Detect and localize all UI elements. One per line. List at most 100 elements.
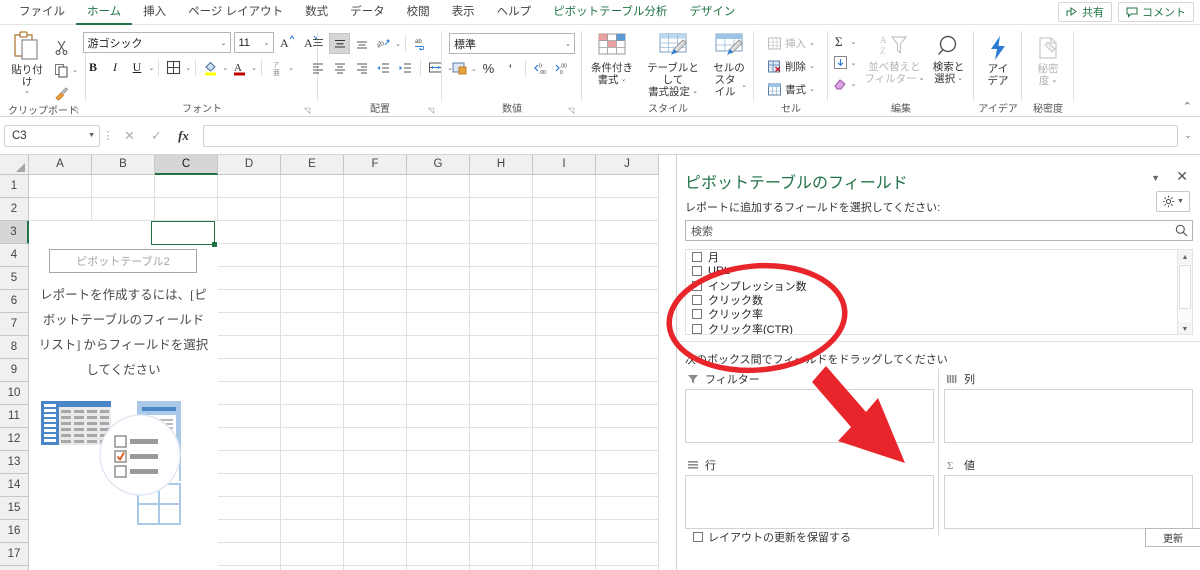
grid-cell-G2[interactable] xyxy=(407,198,470,221)
grid-cell-D6[interactable] xyxy=(218,290,281,313)
grid-cell-H3[interactable] xyxy=(470,221,533,244)
align-center-button[interactable] xyxy=(329,57,350,78)
font-size-combo[interactable]: 11 ⌄ xyxy=(233,32,274,53)
grid-cell-G10[interactable] xyxy=(407,382,470,405)
grid-cell-F2[interactable] xyxy=(344,198,407,221)
tab-formulas[interactable]: 数式 xyxy=(294,0,339,25)
orientation-caret-icon[interactable]: ⌄ xyxy=(395,40,401,48)
row-header-4[interactable]: 4 xyxy=(0,244,29,267)
conditional-formatting-button[interactable]: 条件付き 書式 ⌄ xyxy=(585,30,639,88)
grid-cell-J3[interactable] xyxy=(596,221,659,244)
grid-cell-A1[interactable] xyxy=(29,175,92,198)
currency-button[interactable] xyxy=(449,58,470,79)
format-painter-button[interactable] xyxy=(51,82,81,104)
row-header-16[interactable]: 16 xyxy=(0,520,29,543)
grid-cell-E3[interactable] xyxy=(281,221,344,244)
grid-cell-E7[interactable] xyxy=(281,313,344,336)
copy-caret-icon[interactable]: ⌄ xyxy=(72,66,78,74)
grid-cell-I17[interactable] xyxy=(533,543,596,566)
grid-cell-G11[interactable] xyxy=(407,405,470,428)
grid-cell-J9[interactable] xyxy=(596,359,659,382)
grid-cell-F10[interactable] xyxy=(344,382,407,405)
grid-cell-J7[interactable] xyxy=(596,313,659,336)
grid-cell-H15[interactable] xyxy=(470,497,533,520)
grid-cell-H11[interactable] xyxy=(470,405,533,428)
field-list-scroll-up-icon[interactable]: ▲ xyxy=(1178,250,1192,264)
underline-button[interactable]: U xyxy=(127,57,148,78)
decrease-decimal-button[interactable]: .00 0 xyxy=(552,58,573,79)
grid-cell-F8[interactable] xyxy=(344,336,407,359)
grid-cell-I5[interactable] xyxy=(533,267,596,290)
grid-cell-F18[interactable] xyxy=(344,566,407,570)
update-button[interactable]: 更新 xyxy=(1145,527,1200,547)
field-search-box[interactable]: 検索 xyxy=(685,220,1193,241)
cut-button[interactable] xyxy=(51,36,81,58)
grid-cell-D5[interactable] xyxy=(218,267,281,290)
expand-formula-bar-button[interactable]: ⌄ xyxy=(1180,130,1196,141)
clipboard-dialog-launcher[interactable]: ◹ xyxy=(72,106,82,116)
field-checkbox[interactable] xyxy=(692,266,702,277)
borders-caret-icon[interactable]: ⌄ xyxy=(185,64,191,72)
grid-cell-H4[interactable] xyxy=(470,244,533,267)
clear-button[interactable]: ⌄ xyxy=(833,73,856,94)
grid-cell-F16[interactable] xyxy=(344,520,407,543)
grid-cell-J4[interactable] xyxy=(596,244,659,267)
comma-style-button[interactable]: ' xyxy=(500,58,521,79)
grid-cell-D7[interactable] xyxy=(218,313,281,336)
align-left-button[interactable] xyxy=(307,57,328,78)
grid-cell-H10[interactable] xyxy=(470,382,533,405)
field-list-scroll-thumb[interactable] xyxy=(1179,265,1191,309)
grid-cell-F3[interactable] xyxy=(344,221,407,244)
pane-close-icon[interactable]: ✕ xyxy=(1176,168,1188,185)
format-cells-caret-icon[interactable]: ⌄ xyxy=(809,85,815,93)
grid-cell-H13[interactable] xyxy=(470,451,533,474)
grid-cell-F1[interactable] xyxy=(344,175,407,198)
grid-cell-A2[interactable] xyxy=(29,198,92,221)
field-checkbox[interactable] xyxy=(692,309,702,320)
row-header-15[interactable]: 15 xyxy=(0,497,29,520)
font-name-combo[interactable]: 游ゴシック ⌄ xyxy=(82,32,231,53)
grid-cell-F6[interactable] xyxy=(344,290,407,313)
increase-decimal-button[interactable]: 0 .00 xyxy=(530,58,551,79)
field-checkbox[interactable] xyxy=(692,280,702,291)
grid-cell-I14[interactable] xyxy=(533,474,596,497)
share-button[interactable]: 共有 xyxy=(1058,2,1112,22)
grid-cell-H16[interactable] xyxy=(470,520,533,543)
decrease-indent-button[interactable] xyxy=(373,57,394,78)
grid-cell-I10[interactable] xyxy=(533,382,596,405)
tab-insert[interactable]: 挿入 xyxy=(132,0,177,25)
grid-cell-I18[interactable] xyxy=(533,566,596,570)
grid-cell-I9[interactable] xyxy=(533,359,596,382)
grid-cell-G1[interactable] xyxy=(407,175,470,198)
delete-cells-caret-icon[interactable]: ⌄ xyxy=(809,62,815,70)
grid-cell-J12[interactable] xyxy=(596,428,659,451)
sensitivity-caret-icon[interactable]: ⌄ xyxy=(1051,77,1057,85)
format-as-table-caret-icon[interactable]: ⌄ xyxy=(692,88,698,96)
grid-cell-D1[interactable] xyxy=(218,175,281,198)
grid-cell-F17[interactable] xyxy=(344,543,407,566)
row-header-8[interactable]: 8 xyxy=(0,336,29,359)
tab-home[interactable]: ホーム xyxy=(76,0,133,25)
delete-cells-button[interactable]: 削除 ⌄ xyxy=(764,55,818,77)
row-header-14[interactable]: 14 xyxy=(0,474,29,497)
grid-cell-D9[interactable] xyxy=(218,359,281,382)
grid-cell-H1[interactable] xyxy=(470,175,533,198)
bold-button[interactable]: B xyxy=(83,57,104,78)
formula-input[interactable] xyxy=(203,124,1178,147)
zone-columns-box[interactable] xyxy=(944,389,1193,443)
grid-cell-G16[interactable] xyxy=(407,520,470,543)
grid-cell-G12[interactable] xyxy=(407,428,470,451)
sort-filter-button[interactable]: A Z 並べ替えと フィルター ⌄ xyxy=(860,31,928,87)
grid-cell-E8[interactable] xyxy=(281,336,344,359)
tab-help[interactable]: ヘルプ xyxy=(486,0,543,25)
comments-button[interactable]: コメント xyxy=(1118,2,1194,22)
grid-cell-D13[interactable] xyxy=(218,451,281,474)
column-header-e[interactable]: E xyxy=(281,155,344,175)
grid-cell-I6[interactable] xyxy=(533,290,596,313)
grid-cell-I12[interactable] xyxy=(533,428,596,451)
grid-cell-J1[interactable] xyxy=(596,175,659,198)
grid-cell-G5[interactable] xyxy=(407,267,470,290)
percent-style-button[interactable]: % xyxy=(478,58,499,79)
grid-cell-E11[interactable] xyxy=(281,405,344,428)
grid-cell-F15[interactable] xyxy=(344,497,407,520)
